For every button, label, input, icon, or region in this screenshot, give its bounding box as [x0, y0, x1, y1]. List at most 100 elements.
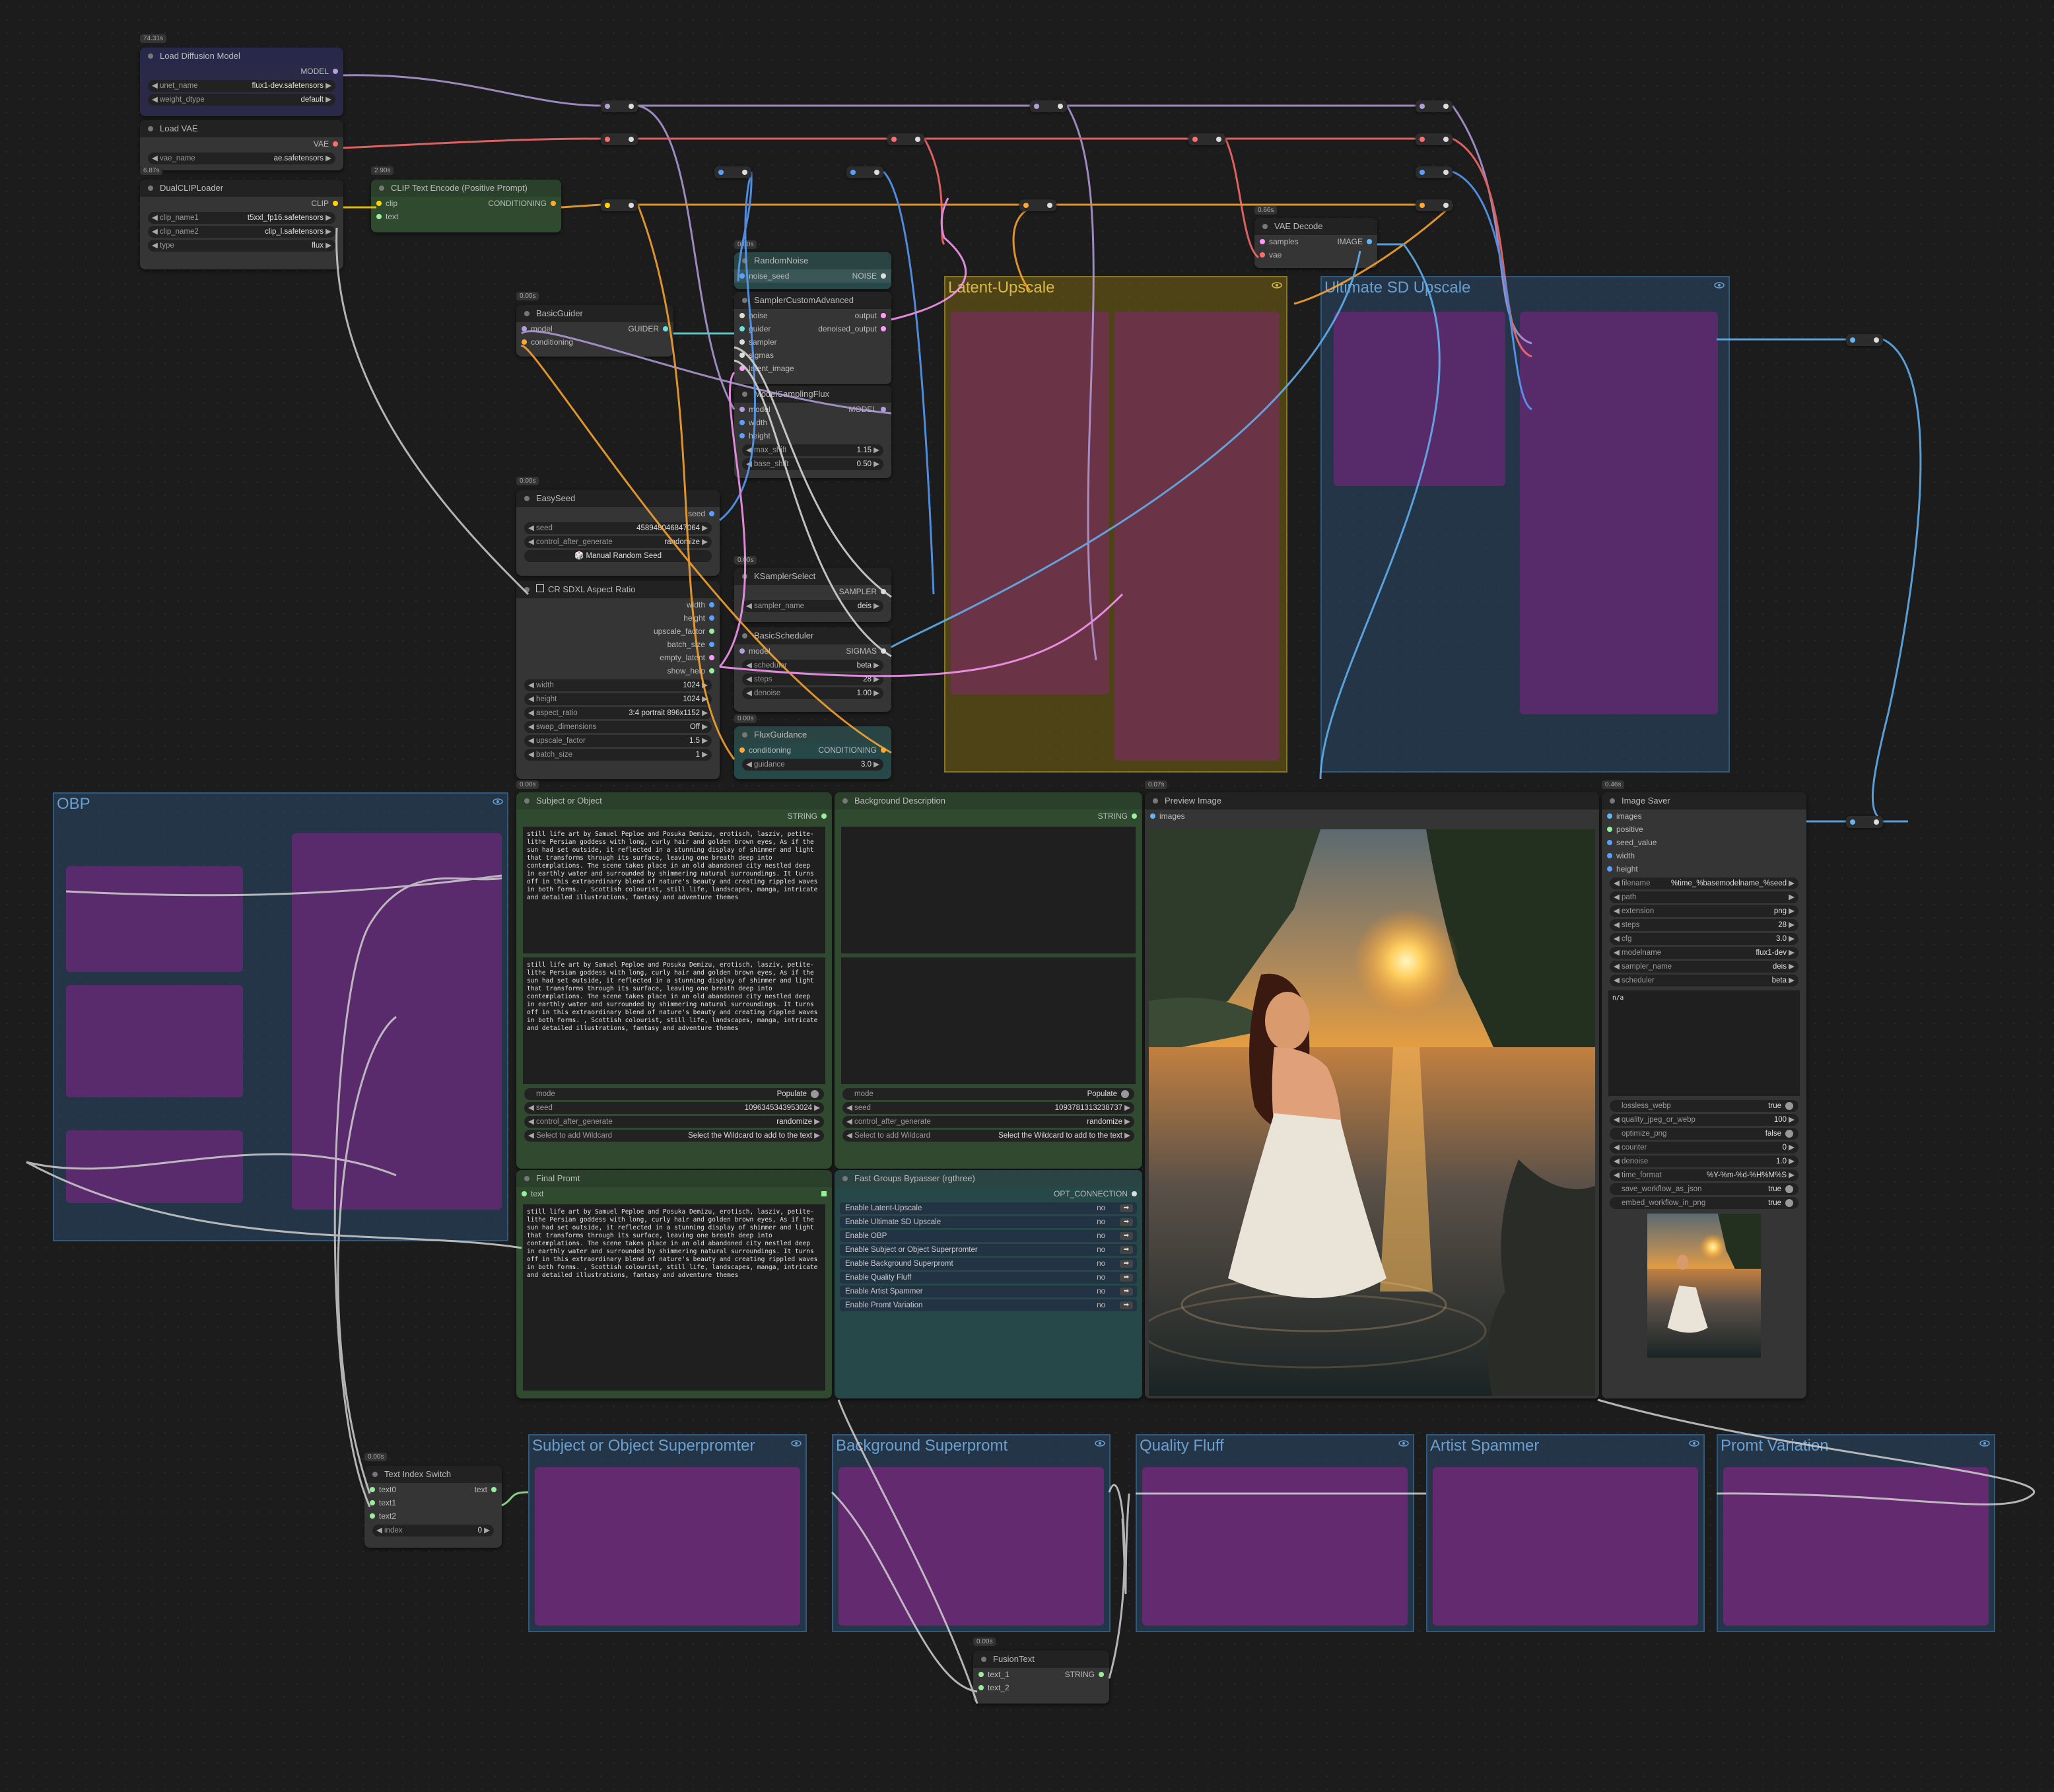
node-background-description[interactable]: Background Description STRING mode Popula…	[835, 792, 1142, 1169]
output-socket[interactable]	[1132, 813, 1137, 819]
reroute-node[interactable]	[1416, 100, 1453, 112]
output-socket[interactable]	[881, 273, 886, 279]
setting-widget[interactable]: ◀ denoise 1.0 ▶	[1610, 1155, 1798, 1167]
node-model-sampling-flux[interactable]: ModelSamplingFlux model MODEL width heigh…	[734, 386, 891, 478]
guidance-widget[interactable]: ◀ guidance 3.0 ▶	[742, 759, 883, 771]
reroute-node[interactable]	[1416, 166, 1453, 178]
toggle-icon[interactable]	[1785, 1185, 1793, 1193]
bypass-toggle-row[interactable]: Enable Background Superpromt no ➡	[840, 1258, 1137, 1270]
eye-icon[interactable]	[1398, 1438, 1409, 1449]
group-promt-variation[interactable]: Promt Variation	[1717, 1434, 1995, 1632]
setting-widget[interactable]: ◀ cfg 3.0 ▶	[1610, 933, 1798, 945]
setting-widget[interactable]: save_workflow_as_json true	[1610, 1183, 1798, 1195]
control-after-generate-widget[interactable]: ◀ control_after_generate randomize ▶	[842, 1116, 1134, 1128]
output-socket[interactable]	[709, 511, 714, 516]
arrow-right-icon[interactable]: ➡	[1120, 1260, 1133, 1268]
toggle-icon[interactable]	[1785, 1199, 1793, 1207]
node-dual-clip-loader[interactable]: DualCLIPLoader CLIP ◀ clip_name1 t5xxl_fp1…	[140, 180, 343, 269]
bypass-toggle-row[interactable]: Enable Ultimate SD Upscale no ➡	[840, 1216, 1137, 1228]
clip-name2-widget[interactable]: ◀ clip_name2 clip_l.safetensors ▶	[148, 226, 335, 238]
reroute-node[interactable]	[601, 133, 638, 145]
swap-dimensions-widget[interactable]: ◀ swap_dimensions Off ▶	[524, 721, 712, 733]
type-widget[interactable]: ◀ type flux ▶	[148, 240, 335, 252]
node-basic-guider[interactable]: BasicGuider model GUIDER conditioning	[516, 305, 673, 357]
index-widget[interactable]: ◀ index 0 ▶	[372, 1525, 494, 1536]
control-after-generate-widget[interactable]: ◀ control_after_generate randomize ▶	[524, 536, 712, 548]
output-socket[interactable]	[821, 813, 827, 819]
upscale-factor-widget[interactable]: ◀ upscale_factor 1.5 ▶	[524, 735, 712, 747]
eye-icon[interactable]	[1689, 1438, 1699, 1449]
output-socket[interactable]	[881, 589, 886, 594]
reroute-node[interactable]	[846, 166, 883, 178]
node-text-index-switch[interactable]: Text Index Switch text0 text text1 text2 …	[364, 1466, 502, 1548]
node-image-saver[interactable]: Image Saver images positive seed_value w…	[1602, 792, 1806, 1398]
arrow-right-icon[interactable]: ➡	[1120, 1204, 1133, 1212]
input-socket[interactable]	[376, 214, 382, 219]
arrow-right-icon[interactable]: ➡	[1120, 1301, 1133, 1309]
node-easy-seed[interactable]: EasySeed seed ◀ seed 458948046847064 ▶ ◀ con…	[516, 490, 720, 576]
setting-widget[interactable]: ◀ extension png ▶	[1610, 905, 1798, 917]
setting-widget[interactable]: ◀ time_format %Y-%m-%d-%H%M%S ▶	[1610, 1169, 1798, 1181]
reroute-node[interactable]	[887, 133, 924, 145]
setting-widget[interactable]: ◀ sampler_name deis ▶	[1610, 961, 1798, 973]
output-socket[interactable]	[1132, 1191, 1137, 1196]
seed-widget[interactable]: ◀ seed 1093781313238737 ▶	[842, 1102, 1134, 1114]
setting-widget[interactable]: ◀ steps 28 ▶	[1610, 919, 1798, 931]
input-socket[interactable]	[739, 273, 745, 279]
arrow-right-icon[interactable]: ➡	[1120, 1218, 1133, 1226]
setting-widget[interactable]: embed_workflow_in_png true	[1610, 1197, 1798, 1209]
setting-widget[interactable]: ◀ quality_jpeg_or_webp 100 ▶	[1610, 1114, 1798, 1126]
node-sampler-custom-advanced[interactable]: SamplerCustomAdvanced noise output guider…	[734, 292, 891, 384]
notes-text-area[interactable]: n/a	[1608, 990, 1800, 1096]
setting-widget[interactable]: ◀ modelname flux1-dev ▶	[1610, 947, 1798, 959]
wildcard-text-area[interactable]: still life art by Samuel Peploe and Posu…	[523, 827, 825, 953]
weight-dtype-widget[interactable]: ◀ weight_dtype default ▶	[148, 94, 335, 106]
reroute-node[interactable]	[1188, 133, 1225, 145]
setting-widget[interactable]: ◀ counter 0 ▶	[1610, 1142, 1798, 1154]
height-widget[interactable]: ◀ height 1024 ▶	[524, 693, 712, 705]
wildcard-select-widget[interactable]: ◀ Select to add Wildcard Select the Wildca…	[842, 1130, 1134, 1142]
output-socket[interactable]	[663, 326, 668, 331]
scheduler-widget[interactable]: ◀ scheduler beta ▶	[742, 660, 883, 672]
reroute-node[interactable]	[1416, 199, 1453, 211]
reroute-node[interactable]	[601, 100, 638, 112]
reroute-node[interactable]	[1846, 816, 1883, 828]
seed-widget[interactable]: ◀ seed 458948046847064 ▶	[524, 522, 712, 534]
arrow-right-icon[interactable]: ➡	[1120, 1246, 1133, 1254]
node-ksampler-select[interactable]: KSamplerSelect SAMPLER ◀ sampler_name deis…	[734, 568, 891, 622]
clip-name1-widget[interactable]: ◀ clip_name1 t5xxl_fp16.safetensors ▶	[148, 212, 335, 224]
group-artist-spammer[interactable]: Artist Spammer	[1426, 1434, 1705, 1632]
mode-widget[interactable]: mode Populate	[842, 1088, 1134, 1100]
reroute-node[interactable]	[1846, 334, 1883, 346]
output-socket[interactable]	[881, 407, 886, 412]
width-widget[interactable]: ◀ width 1024 ▶	[524, 679, 712, 691]
populated-text-area[interactable]: still life art by Samuel Peploe and Posu…	[523, 957, 825, 1084]
group-subject-superpromter[interactable]: Subject or Object Superpromter	[528, 1434, 807, 1632]
output-socket[interactable]	[333, 201, 338, 206]
wildcard-select-widget[interactable]: ◀ Select to add Wildcard Select the Wildca…	[524, 1130, 824, 1142]
node-subject-or-object[interactable]: Subject or Object STRING still life art …	[516, 792, 832, 1169]
node-random-noise[interactable]: RandomNoise noise_seed NOISE	[734, 252, 891, 289]
setting-widget[interactable]: lossless_webp true	[1610, 1100, 1798, 1112]
max-shift-widget[interactable]: ◀ max_shift 1.15 ▶	[742, 444, 883, 456]
eye-icon[interactable]	[791, 1438, 802, 1449]
node-basic-scheduler[interactable]: BasicScheduler model SIGMAS ◀ scheduler bet…	[734, 627, 891, 712]
eye-icon[interactable]	[1714, 280, 1725, 291]
sampler-name-widget[interactable]: ◀ sampler_name deis ▶	[742, 600, 883, 612]
arrow-right-icon[interactable]: ➡	[1120, 1288, 1133, 1295]
denoise-widget[interactable]: ◀ denoise 1.00 ▶	[742, 687, 883, 699]
bypass-toggle-row[interactable]: Enable Artist Spammer no ➡	[840, 1286, 1137, 1297]
node-load-diffusion-model[interactable]: Load Diffusion Model MODEL ◀ unet_name flu…	[140, 48, 343, 116]
node-clip-text-encode[interactable]: CLIP Text Encode (Positive Prompt) clip C…	[371, 180, 561, 232]
eye-icon[interactable]	[493, 796, 503, 807]
output-socket[interactable]	[333, 69, 338, 74]
group-obp[interactable]: OBP	[53, 792, 508, 1241]
reroute-node[interactable]	[601, 199, 638, 211]
aspect-ratio-widget[interactable]: ◀ aspect_ratio 3:4 portrait 896x1152 ▶	[524, 707, 712, 719]
setting-widget[interactable]: optimize_png false	[1610, 1128, 1798, 1140]
checkbox-icon[interactable]	[536, 584, 544, 592]
node-fast-groups-bypasser[interactable]: Fast Groups Bypasser (rgthree) OPT_CONNE…	[835, 1170, 1142, 1398]
input-socket[interactable]	[376, 201, 382, 206]
eye-icon[interactable]	[1272, 280, 1282, 291]
final-prompt-text-area[interactable]: still life art by Samuel Peploe and Posu…	[523, 1204, 825, 1391]
